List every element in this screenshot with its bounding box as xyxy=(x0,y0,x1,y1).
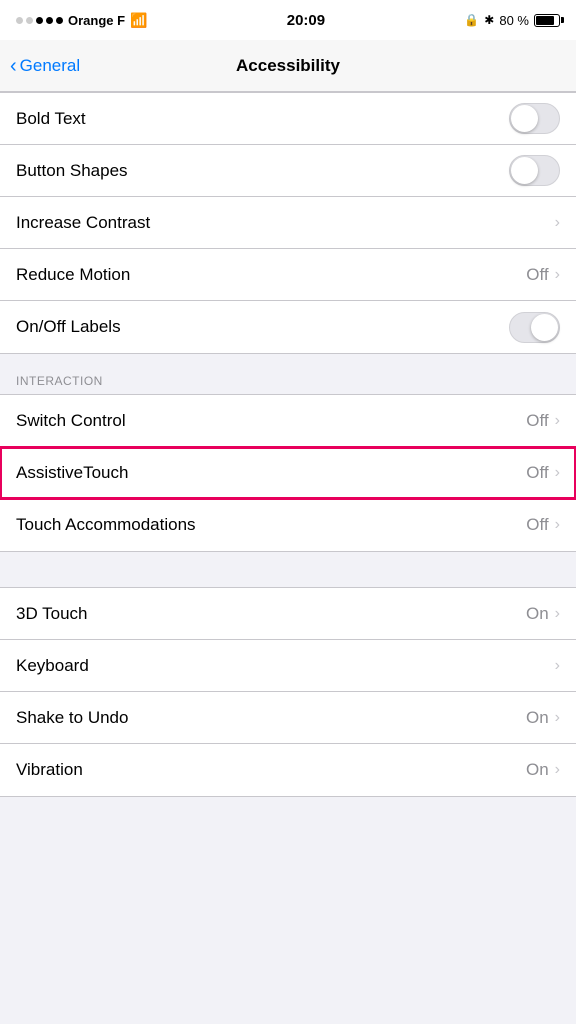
increase-contrast-label: Increase Contrast xyxy=(16,213,150,233)
keyboard-item[interactable]: Keyboard › xyxy=(0,640,576,692)
reduce-motion-label: Reduce Motion xyxy=(16,265,130,285)
increase-contrast-chevron: › xyxy=(555,214,560,232)
shake-to-undo-item[interactable]: Shake to Undo On › xyxy=(0,692,576,744)
signal-dot-2 xyxy=(26,17,33,24)
vibration-chevron: › xyxy=(555,761,560,779)
onoff-labels-label: On/Off Labels xyxy=(16,317,121,337)
interaction-header: INTERACTION xyxy=(0,354,576,394)
button-shapes-item[interactable]: Button Shapes xyxy=(0,145,576,197)
touch-accommodations-label: Touch Accommodations xyxy=(16,515,196,535)
onoff-labels-item[interactable]: On/Off Labels xyxy=(0,301,576,353)
shake-to-undo-right: On › xyxy=(526,708,560,728)
3d-touch-right: On › xyxy=(526,604,560,624)
button-shapes-right xyxy=(509,155,560,186)
battery-fill xyxy=(536,16,554,25)
assistivetouch-item[interactable]: AssistiveTouch Off › xyxy=(0,447,576,499)
switch-control-right: Off › xyxy=(526,411,560,431)
onoff-labels-toggle[interactable] xyxy=(509,312,560,343)
signal-dot-4 xyxy=(46,17,53,24)
reduce-motion-right: Off › xyxy=(526,265,560,285)
vibration-label: Vibration xyxy=(16,760,83,780)
back-button[interactable]: ‹ General xyxy=(10,56,80,76)
shake-to-undo-value: On xyxy=(526,708,549,728)
assistivetouch-right: Off › xyxy=(526,463,560,483)
signal-dots xyxy=(16,17,63,24)
lock-icon: 🔒 xyxy=(464,13,479,27)
increase-contrast-right: › xyxy=(555,214,560,232)
back-chevron-icon: ‹ xyxy=(10,56,17,76)
assistivetouch-value: Off xyxy=(526,463,548,483)
signal-dot-1 xyxy=(16,17,23,24)
interaction-section: INTERACTION Switch Control Off › Assisti… xyxy=(0,354,576,552)
touch-accommodations-right: Off › xyxy=(526,515,560,535)
vision-list: Bold Text Button Shapes Increase Contras… xyxy=(0,92,576,354)
signal-dot-5 xyxy=(56,17,63,24)
bold-text-label: Bold Text xyxy=(16,109,86,129)
3d-touch-label: 3D Touch xyxy=(16,604,88,624)
back-label: General xyxy=(20,56,80,76)
bold-text-item[interactable]: Bold Text xyxy=(0,93,576,145)
switch-control-item[interactable]: Switch Control Off › xyxy=(0,395,576,447)
keyboard-chevron: › xyxy=(555,657,560,675)
assistivetouch-label: AssistiveTouch xyxy=(16,463,128,483)
button-shapes-toggle[interactable] xyxy=(509,155,560,186)
status-bar: Orange F 📶 20:09 🔒 ✱ 80 % xyxy=(0,0,576,40)
onoff-labels-toggle-knob xyxy=(531,314,558,341)
vision-section: Bold Text Button Shapes Increase Contras… xyxy=(0,92,576,354)
button-shapes-toggle-knob xyxy=(511,157,538,184)
switch-control-value: Off xyxy=(526,411,548,431)
page-title: Accessibility xyxy=(236,56,340,76)
touch-accommodations-item[interactable]: Touch Accommodations Off › xyxy=(0,499,576,551)
increase-contrast-item[interactable]: Increase Contrast › xyxy=(0,197,576,249)
assistivetouch-chevron: › xyxy=(555,464,560,482)
settings-content: Bold Text Button Shapes Increase Contras… xyxy=(0,92,576,797)
button-shapes-label: Button Shapes xyxy=(16,161,128,181)
bluetooth-icon: ✱ xyxy=(484,13,494,27)
bold-text-toggle-knob xyxy=(511,105,538,132)
carrier-label: Orange F xyxy=(68,13,125,28)
status-right: 🔒 ✱ 80 % xyxy=(464,13,560,28)
reduce-motion-chevron: › xyxy=(555,266,560,284)
wifi-icon: 📶 xyxy=(130,12,147,29)
reduce-motion-item[interactable]: Reduce Motion Off › xyxy=(0,249,576,301)
3d-touch-value: On xyxy=(526,604,549,624)
3d-touch-chevron: › xyxy=(555,605,560,623)
touch-accommodations-chevron: › xyxy=(555,516,560,534)
keyboard-label: Keyboard xyxy=(16,656,89,676)
battery-icon xyxy=(534,14,560,27)
reduce-motion-value: Off xyxy=(526,265,548,285)
switch-control-label: Switch Control xyxy=(16,411,126,431)
other-list: 3D Touch On › Keyboard › Shake to Undo O… xyxy=(0,587,576,797)
interaction-list: Switch Control Off › AssistiveTouch Off … xyxy=(0,394,576,552)
bold-text-right xyxy=(509,103,560,134)
divider-section xyxy=(0,552,576,587)
battery-percent: 80 % xyxy=(499,13,529,28)
shake-to-undo-chevron: › xyxy=(555,709,560,727)
3d-touch-item[interactable]: 3D Touch On › xyxy=(0,588,576,640)
status-left: Orange F 📶 xyxy=(16,12,148,29)
bold-text-toggle[interactable] xyxy=(509,103,560,134)
keyboard-right: › xyxy=(555,657,560,675)
touch-accommodations-value: Off xyxy=(526,515,548,535)
status-time: 20:09 xyxy=(287,12,325,29)
other-section: 3D Touch On › Keyboard › Shake to Undo O… xyxy=(0,587,576,797)
nav-header: ‹ General Accessibility xyxy=(0,40,576,92)
onoff-labels-right xyxy=(509,312,560,343)
shake-to-undo-label: Shake to Undo xyxy=(16,708,128,728)
signal-dot-3 xyxy=(36,17,43,24)
vibration-right: On › xyxy=(526,760,560,780)
switch-control-chevron: › xyxy=(555,412,560,430)
vibration-item[interactable]: Vibration On › xyxy=(0,744,576,796)
vibration-value: On xyxy=(526,760,549,780)
